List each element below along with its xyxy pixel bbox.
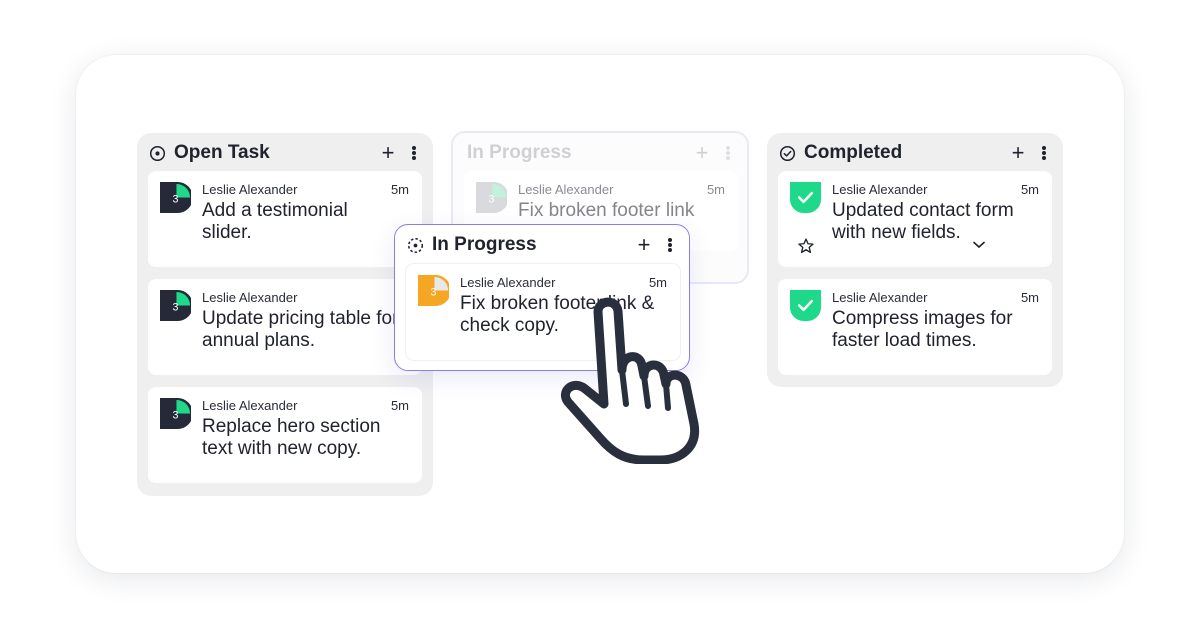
card-time: 5m [390,398,409,413]
card-time: 5m [1020,182,1039,197]
pointer-hand-icon [560,297,700,464]
check-badge-icon [790,290,821,321]
column-title: In Progress [432,234,537,255]
circle-dot-icon [149,145,166,161]
more-options-icon[interactable] [663,235,677,255]
svg-text:3: 3 [173,409,179,421]
column-title: Open Task [174,142,270,163]
column-header: Open Task + [137,133,433,173]
column-header: In Progress + [395,225,689,265]
card-title: Replace hero section text with new copy. [202,416,381,459]
more-options-icon[interactable] [407,143,421,163]
task-card[interactable]: 3 Leslie Alexander 5m Replace hero secti… [148,387,422,483]
card-time: 5m [706,182,725,197]
progress-avatar-icon: 3 [160,290,191,321]
check-badge-icon [790,182,821,213]
card-title: Add a testimonial slider. [202,200,348,243]
column-open-task: Open Task + 3 Leslie Alexander 5m Add a … [137,133,433,496]
chevron-down-icon[interactable] [973,241,985,249]
column-header: In Progress + [453,133,747,173]
card-author: Leslie Alexander [202,398,298,413]
card-author: Leslie Alexander [832,182,928,197]
card-time: 5m [390,182,409,197]
card-title: Compress images for faster load times. [832,308,1013,351]
task-card[interactable]: Leslie Alexander 5m Compress images for … [778,279,1052,375]
star-icon[interactable] [797,237,815,255]
task-card[interactable]: 3 Leslie Alexander 5m Add a testimonial … [148,171,422,267]
column-completed: Completed + Leslie Alexander 5m Updated … [767,133,1063,387]
check-circle-icon [779,145,796,161]
card-title: Update pricing table for annual plans. [202,308,399,351]
add-task-button[interactable]: + [377,142,399,164]
task-card[interactable]: 3 Leslie Alexander 5 Update pricing tabl… [148,279,422,375]
progress-avatar-icon: 3 [418,275,449,306]
add-task-button[interactable]: + [1007,142,1029,164]
svg-text:3: 3 [173,193,179,205]
progress-avatar-icon: 3 [160,182,191,213]
progress-avatar-icon: 3 [160,398,191,429]
dashed-circle-icon [407,237,424,253]
add-task-button[interactable]: + [691,142,713,164]
svg-text:3: 3 [489,193,495,205]
more-options-icon[interactable] [721,143,735,163]
column-header: Completed + [767,133,1063,173]
more-options-icon[interactable] [1037,143,1051,163]
card-author: Leslie Alexander [202,182,298,197]
card-title: Updated contact form with new fields. [832,200,1014,243]
progress-avatar-icon: 3 [476,182,507,213]
task-card[interactable]: Leslie Alexander 5m Updated contact form… [778,171,1052,267]
card-author: Leslie Alexander [518,182,614,197]
card-title: Fix broken footer link [518,200,695,221]
card-author: Leslie Alexander [460,275,556,290]
add-task-button[interactable]: + [633,234,655,256]
card-time: 5m [1020,290,1039,305]
column-title: Completed [804,142,903,163]
card-author: Leslie Alexander [202,290,298,305]
column-title: In Progress [467,142,572,163]
card-author: Leslie Alexander [832,290,928,305]
svg-text:3: 3 [173,301,179,313]
svg-text:3: 3 [431,286,437,298]
